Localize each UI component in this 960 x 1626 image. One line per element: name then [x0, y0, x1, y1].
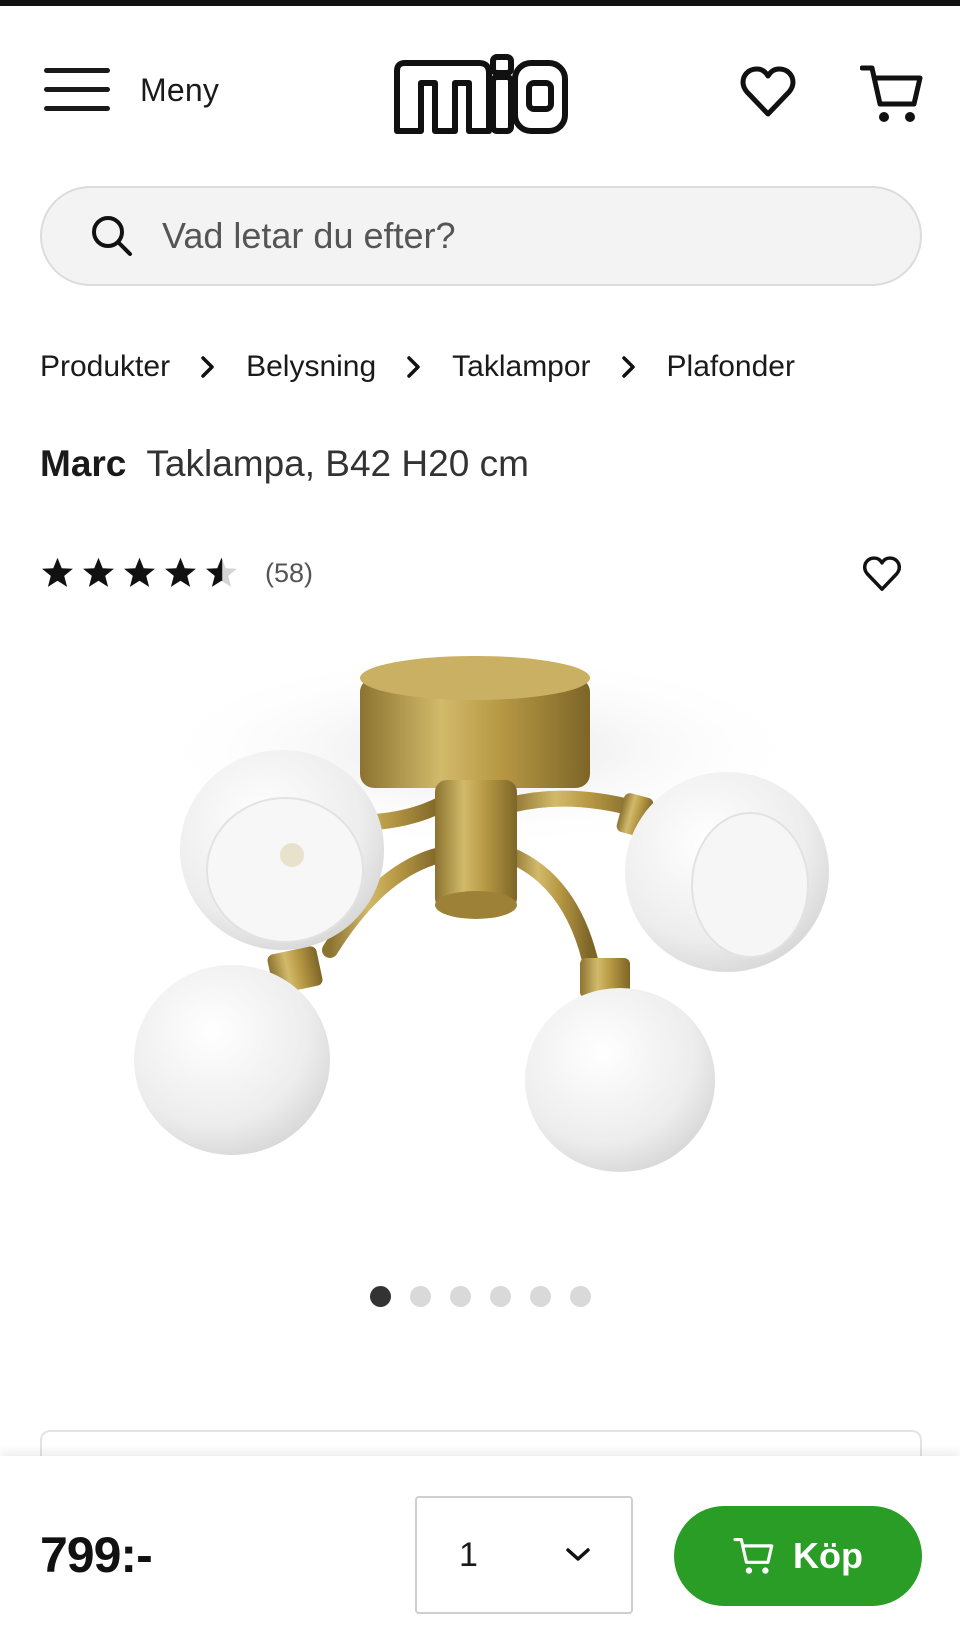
carousel-dot-1[interactable] — [370, 1286, 391, 1307]
buy-label: Köp — [793, 1535, 863, 1576]
heart-icon — [862, 556, 902, 591]
cart-icon — [859, 65, 923, 122]
breadcrumb: Produkter Belysning Taklampor Plafonder — [40, 350, 795, 384]
star-icon — [83, 557, 114, 587]
chevron-right-icon — [406, 355, 422, 379]
carousel-dot-2[interactable] — [410, 1286, 431, 1307]
carousel-dot-5[interactable] — [530, 1286, 551, 1307]
chevron-right-icon — [200, 355, 216, 379]
mio-logo[interactable]: mio — [389, 53, 571, 142]
carousel-dot-3[interactable] — [450, 1286, 471, 1307]
mio-logo-icon — [394, 54, 568, 134]
menu-label: Meny — [140, 71, 220, 108]
star-icon — [165, 557, 196, 587]
buy-button[interactable]: Köp — [674, 1506, 922, 1606]
chevron-right-icon — [621, 355, 637, 379]
search-input[interactable] — [162, 215, 822, 257]
quantity-value: 1 — [459, 1535, 478, 1574]
header: Meny mio — [0, 6, 960, 186]
star-icon — [124, 557, 155, 587]
product-rating[interactable]: (58) — [40, 556, 313, 590]
product-name: Taklampa, B42 H20 cm — [146, 443, 529, 484]
half-star-icon — [206, 557, 237, 587]
chevron-down-icon — [566, 1548, 590, 1561]
star-rating — [40, 556, 239, 590]
favorites-button[interactable] — [740, 66, 796, 123]
buy-bar: 799:- 1 Köp — [0, 1456, 960, 1626]
product-image[interactable] — [120, 640, 840, 1230]
breadcrumb-produkter[interactable]: Produkter — [40, 350, 170, 384]
cart-button[interactable] — [859, 64, 924, 129]
search-bar[interactable] — [40, 186, 922, 286]
product-title: Marc Taklampa, B42 H20 cm — [40, 443, 529, 485]
review-count: (58) — [265, 557, 314, 588]
quantity-select[interactable]: 1 — [415, 1496, 633, 1614]
add-to-favorites-button[interactable] — [862, 556, 902, 597]
carousel-dot-6[interactable] — [570, 1286, 591, 1307]
hamburger-icon — [44, 68, 110, 111]
breadcrumb-plafonder[interactable]: Plafonder — [667, 350, 795, 384]
breadcrumb-taklampor[interactable]: Taklampor — [452, 350, 590, 384]
menu-button[interactable]: Meny — [44, 66, 219, 114]
carousel-indicator — [370, 1286, 591, 1307]
breadcrumb-belysning[interactable]: Belysning — [246, 350, 376, 384]
cart-icon — [733, 1537, 774, 1574]
ceiling-lamp-image — [134, 650, 829, 1172]
carousel-dot-4[interactable] — [490, 1286, 511, 1307]
star-icon — [42, 557, 73, 587]
heart-icon — [740, 66, 796, 117]
product-brand: Marc — [40, 443, 127, 484]
search-icon — [92, 216, 132, 256]
product-price: 799:- — [40, 1527, 153, 1583]
